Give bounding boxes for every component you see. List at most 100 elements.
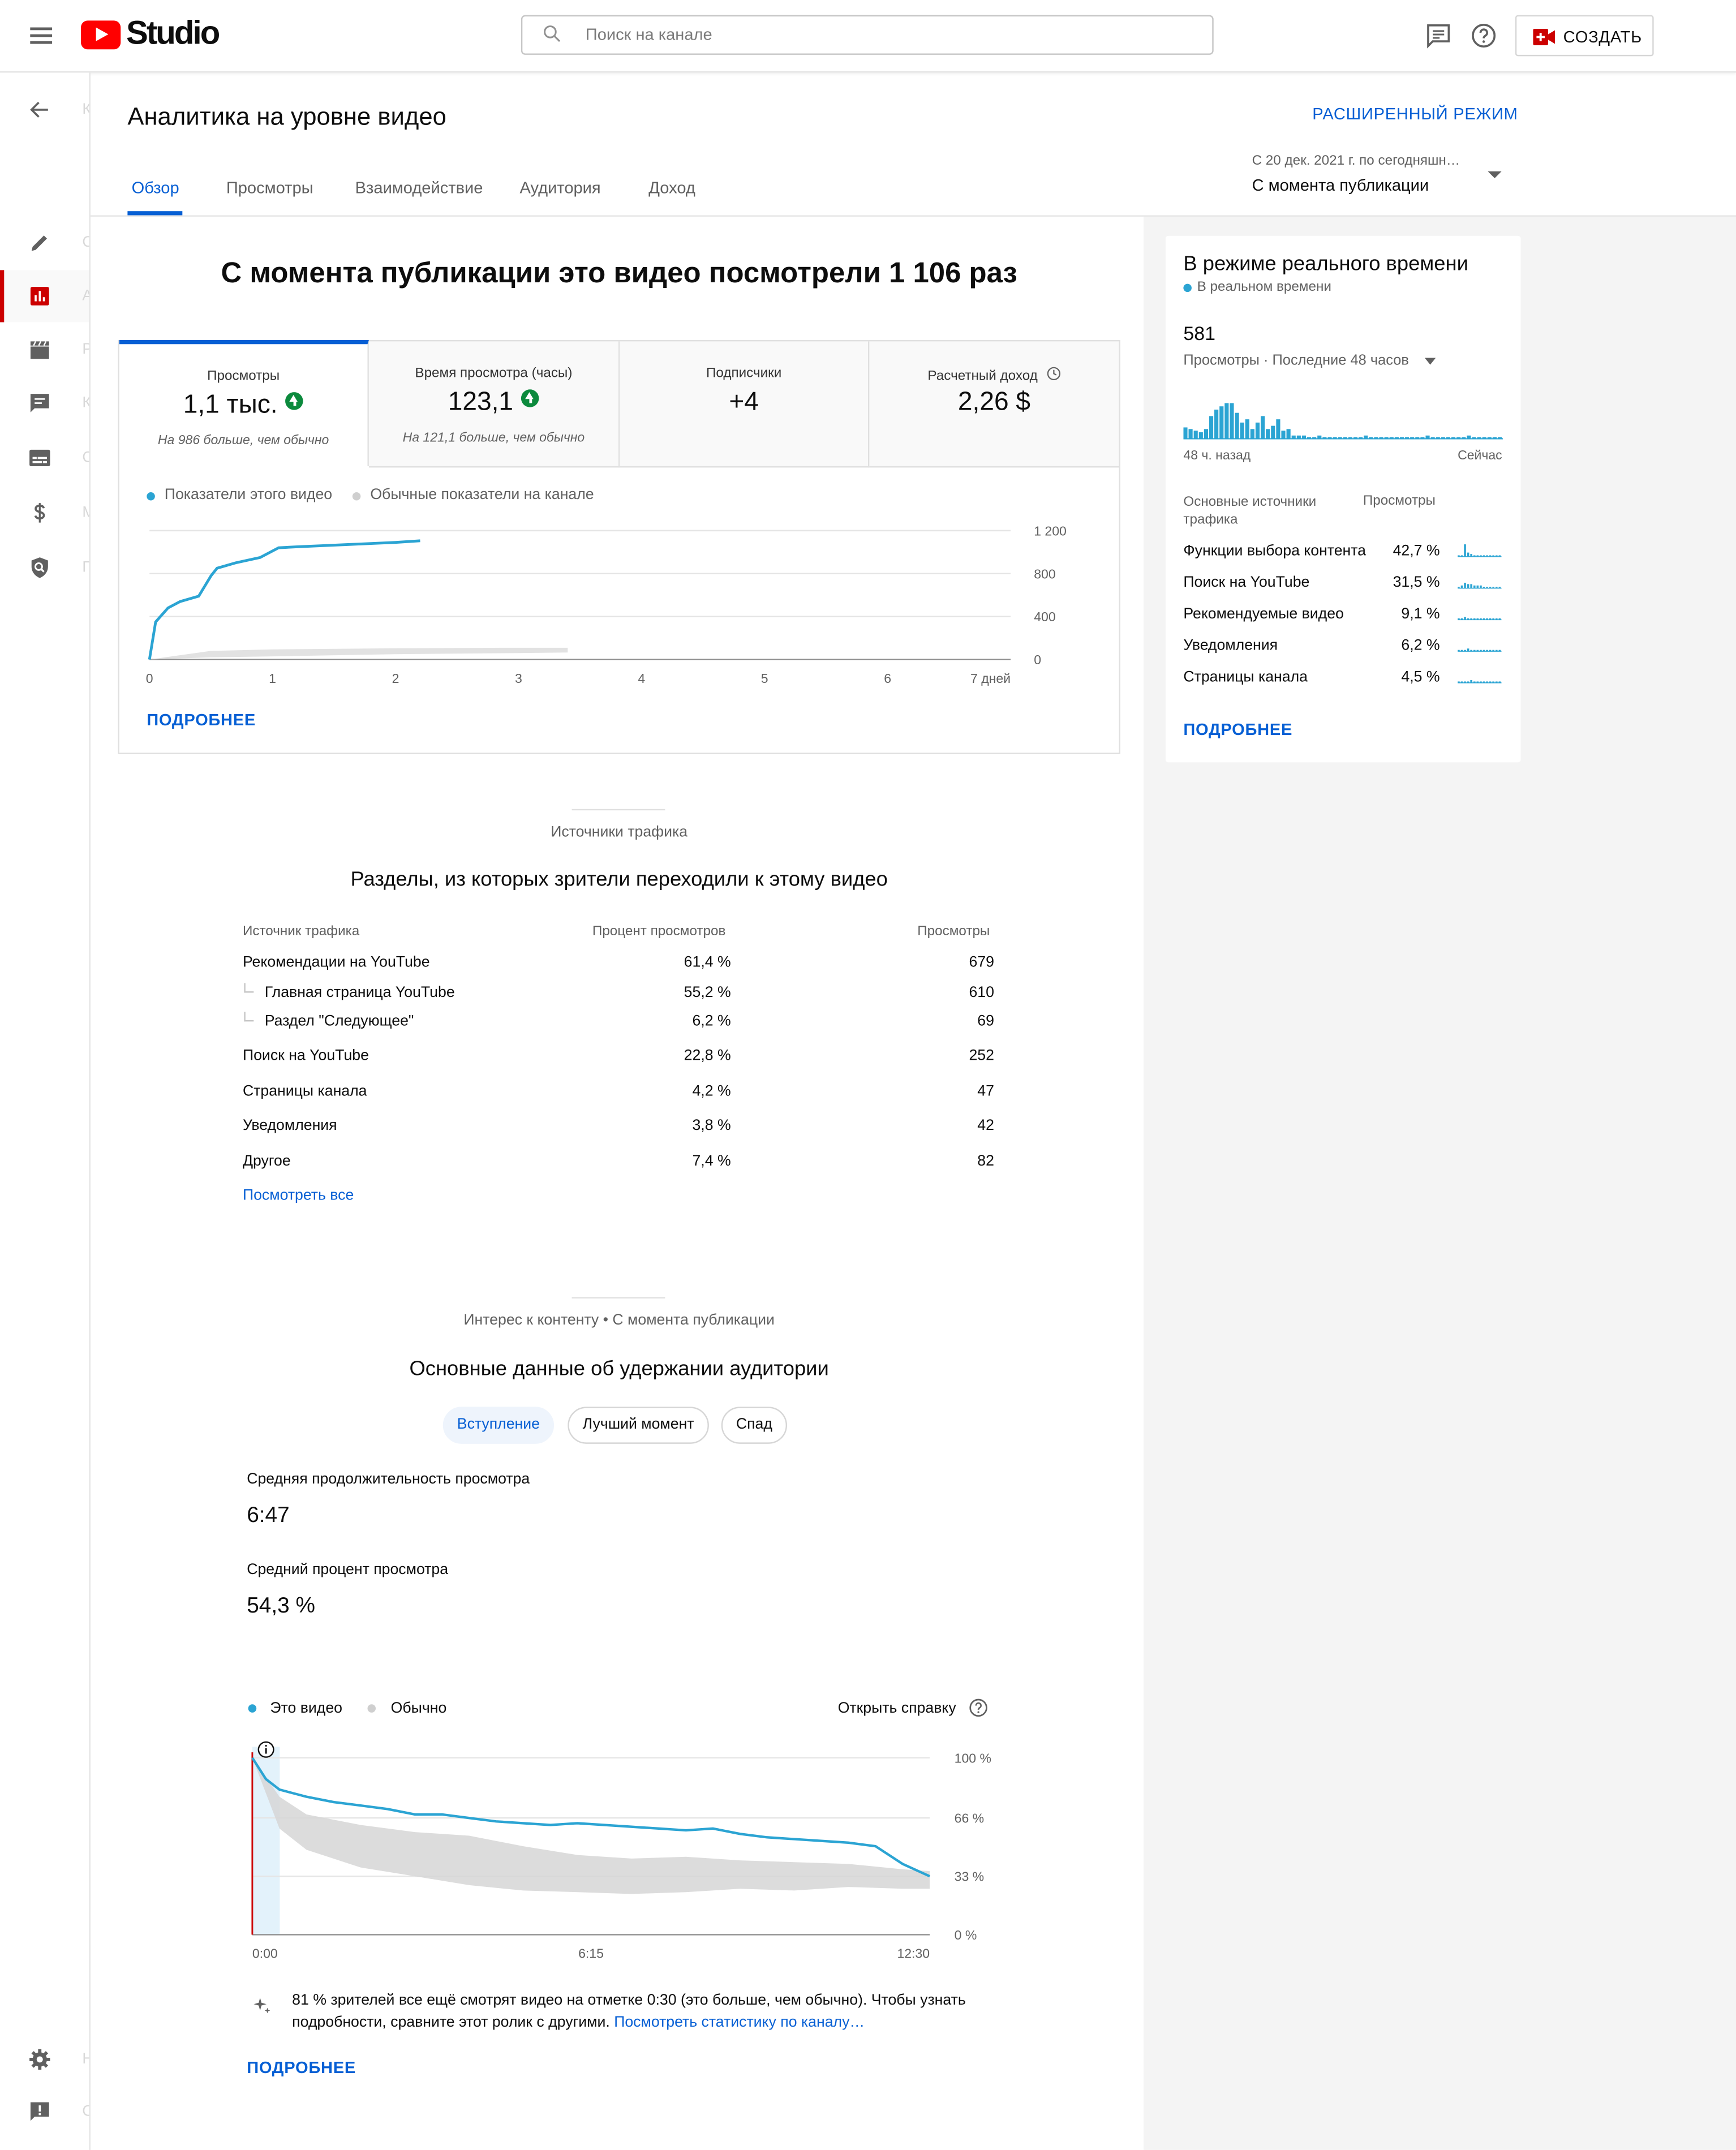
sparkline-bar — [1489, 618, 1492, 620]
sparkline-bar — [1473, 681, 1476, 683]
youtube-logo-icon[interactable] — [80, 20, 121, 50]
realtime-more-button[interactable]: ПОДРОБНЕЕ — [1183, 720, 1292, 739]
trend-up-icon — [521, 389, 540, 407]
active-tab-indicator — [127, 211, 183, 216]
metric-value: 1,1 тыс. — [119, 391, 368, 421]
tab-revenue[interactable]: Доход — [648, 178, 695, 197]
open-help-button[interactable]: Открыть справку — [838, 1697, 991, 1722]
realtime-bar — [1399, 437, 1404, 439]
sparkline-bar — [1458, 555, 1460, 557]
sidebar-ghost-label: С — [82, 234, 89, 251]
metric-value: 2,26 $ — [957, 388, 1030, 417]
realtime-bar — [1389, 437, 1394, 439]
x-tick-label: 0:00 — [252, 1946, 278, 1961]
sidebar-ghost-label: Н — [82, 2051, 89, 2067]
chip-intro[interactable]: Вступление — [442, 1407, 555, 1444]
live-dot-icon — [1183, 283, 1192, 293]
sparkline-bar — [1458, 587, 1460, 588]
traffic-percent: 61,4 % — [684, 954, 731, 971]
sparkline-bar — [1460, 618, 1463, 620]
realtime-bar — [1209, 416, 1214, 439]
metric-tab-watch-time[interactable]: Время просмотра (часы) 123,1 На 121,1 бо… — [368, 341, 620, 468]
sparkline-bar — [1486, 555, 1488, 557]
feedback-icon — [30, 2102, 49, 2121]
metric-value-text: 123,1 — [448, 388, 513, 417]
realtime-source-sparkline — [1458, 544, 1502, 557]
feedback-messages-icon[interactable] — [1425, 22, 1452, 49]
search-input[interactable] — [585, 24, 1135, 44]
sparkline-bar — [1473, 555, 1476, 557]
traffic-source-name: Уведомления — [242, 1117, 337, 1134]
chip-best-moment[interactable]: Лучший момент — [568, 1407, 709, 1444]
sparkline-bar — [1483, 618, 1485, 620]
legend-dot-this — [248, 1704, 257, 1713]
y-tick-label: 33 % — [955, 1869, 984, 1884]
realtime-source-sparkline — [1458, 582, 1502, 589]
realtime-bar — [1224, 403, 1229, 439]
sparkle-insight-icon — [253, 1997, 270, 2014]
info-icon — [257, 1741, 274, 1758]
sparkline-bar — [1498, 618, 1501, 620]
realtime-metric-selector[interactable]: Просмотры · Последние 48 часов — [1183, 351, 1443, 373]
chip-drop[interactable]: Спад — [721, 1407, 788, 1444]
sidebar-item-comments[interactable]: К — [0, 377, 89, 429]
sidebar-item-back[interactable]: К — [0, 84, 89, 136]
studio-logo-text[interactable]: Studio — [126, 15, 220, 54]
traffic-percent: 3,8 % — [692, 1117, 731, 1134]
comments-icon — [30, 394, 49, 412]
page-title: Аналитика на уровне видео — [127, 102, 446, 131]
sparkline-bar — [1464, 544, 1466, 557]
realtime-bar — [1436, 437, 1440, 439]
tab-overview[interactable]: Обзор — [132, 178, 179, 197]
sidebar-item-copyright[interactable]: П — [0, 541, 89, 594]
sidebar-item-monetization[interactable]: М — [0, 487, 89, 539]
search-box[interactable] — [521, 15, 1214, 55]
settings-icon — [29, 2049, 50, 2070]
overview-more-button[interactable]: ПОДРОБНЕЕ — [147, 710, 256, 729]
realtime-col-views: Просмотры — [1363, 493, 1436, 509]
realtime-bar — [1255, 422, 1260, 439]
clapperboard-icon — [30, 341, 49, 359]
sparkline-bar — [1495, 650, 1498, 652]
x-tick-label: 1 — [269, 671, 276, 686]
tab-audience[interactable]: Аудитория — [519, 178, 600, 197]
sidebar-item-editor[interactable]: Р — [0, 324, 89, 376]
section-divider — [571, 809, 665, 811]
channel-stats-link[interactable]: Посмотреть статистику по каналу… — [614, 2014, 865, 2031]
traffic-caption: Источники трафика — [551, 824, 688, 841]
sidebar-item-feedback[interactable]: О — [0, 2086, 89, 2138]
legend-dot-typical — [352, 492, 361, 501]
advanced-mode-button[interactable]: РАСШИРЕННЫЙ РЕЖИМ — [1312, 104, 1518, 123]
see-all-link[interactable]: Посмотреть все — [243, 1188, 354, 1204]
sidebar-item-settings[interactable]: Н — [0, 2033, 89, 2086]
realtime-bar — [1425, 435, 1430, 439]
help-icon[interactable] — [1470, 22, 1497, 49]
y-tick-label: 66 % — [955, 1811, 984, 1826]
metric-tab-views[interactable]: Просмотры 1,1 тыс. На 986 больше, чем об… — [119, 340, 369, 466]
realtime-bar — [1369, 437, 1373, 439]
tab-views[interactable]: Просмотры — [226, 178, 313, 197]
legend-this-video: Показатели этого видео — [164, 487, 333, 504]
retention-line-chart: 0 % 33 % 66 % 100 % 0:00 6:15 12:30 — [251, 1741, 991, 1961]
metric-tab-revenue[interactable]: Расчетный доход 2,26 $ — [869, 341, 1119, 468]
realtime-bar — [1312, 437, 1317, 439]
sidebar-item-details[interactable]: С — [0, 217, 89, 269]
sidebar-ghost-label: А — [82, 288, 89, 304]
sidebar-item-subtitles[interactable]: С — [0, 432, 89, 484]
studio-analytics-page: Studio СОЗДАТЬ К С А Р — [0, 0, 1736, 2150]
retention-more-button[interactable]: ПОДРОБНЕЕ — [247, 2058, 356, 2078]
metric-tab-subscribers[interactable]: Подписчики +4 — [620, 341, 870, 468]
menu-icon[interactable] — [19, 16, 63, 55]
create-button[interactable]: СОЗДАТЬ — [1515, 15, 1654, 57]
views-line-chart: 0 400 800 1 200 0 1 2 3 4 5 6 7 дней — [146, 523, 1067, 686]
date-range-selector[interactable]: С 20 дек. 2021 г. по сегодняшн… С момент… — [1241, 145, 1509, 200]
sidebar-ghost-label: П — [82, 560, 89, 576]
realtime-bar — [1482, 437, 1486, 439]
x-tick-label: 5 — [761, 671, 768, 686]
sidebar-item-analytics[interactable]: А — [0, 270, 89, 322]
pencil-icon — [31, 235, 48, 251]
y-tick-label: 0 % — [955, 1928, 977, 1942]
x-tick-label: 7 дней — [970, 671, 1011, 686]
intro-highlight — [252, 1747, 280, 1935]
tab-engagement[interactable]: Взаимодействие — [355, 178, 483, 197]
